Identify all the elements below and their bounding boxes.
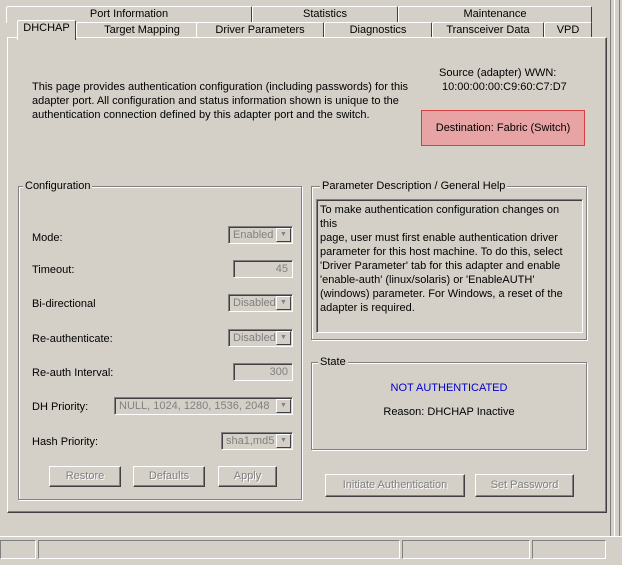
reauthenticate-select[interactable]: Disabled ▼ bbox=[228, 329, 293, 347]
chevron-down-icon[interactable]: ▼ bbox=[276, 399, 291, 413]
dh-priority-label: DH Priority: bbox=[32, 401, 89, 413]
help-title: Parameter Description / General Help bbox=[320, 180, 508, 192]
bidirectional-value: Disabled bbox=[233, 297, 276, 309]
apply-button[interactable]: Apply bbox=[218, 466, 277, 487]
status-cell bbox=[38, 540, 400, 559]
help-line: page, user must first enable authenticat… bbox=[320, 232, 558, 244]
help-line: 'Driver Parameter' tab for this adapter … bbox=[320, 260, 561, 272]
tab-dhchap[interactable]: DHCHAP bbox=[17, 20, 76, 40]
help-line: adapter is required. bbox=[320, 302, 415, 314]
reauthenticate-value: Disabled bbox=[233, 332, 276, 344]
bidirectional-select[interactable]: Disabled ▼ bbox=[228, 294, 293, 312]
status-cell bbox=[0, 540, 36, 559]
tab-label: Statistics bbox=[302, 8, 347, 20]
intro-text: This page provides authentication config… bbox=[32, 80, 422, 122]
restore-button[interactable]: Restore bbox=[49, 466, 121, 487]
chevron-down-icon[interactable]: ▼ bbox=[276, 434, 291, 448]
source-wwn-label: Source (adapter) WWN: bbox=[439, 67, 557, 79]
help-line: (windows) parameter. For Windows, a rese… bbox=[320, 288, 563, 300]
chevron-down-icon[interactable]: ▼ bbox=[276, 228, 291, 242]
destination-text: Destination: Fabric (Switch) bbox=[435, 122, 571, 134]
bidirectional-label: Bi-directional bbox=[32, 298, 96, 310]
help-text-box: To make authentication configuration cha… bbox=[316, 199, 583, 333]
tab-label: Maintenance bbox=[463, 8, 527, 20]
tab-label: Port Information bbox=[89, 8, 169, 20]
state-title: State bbox=[318, 356, 348, 368]
hash-priority-value: sha1,md5 bbox=[226, 435, 275, 447]
hash-priority-label: Hash Priority: bbox=[32, 436, 99, 448]
auth-status: NOT AUTHENTICATED bbox=[390, 382, 508, 394]
dh-priority-value: NULL, 1024, 1280, 1536, 2048 bbox=[119, 400, 270, 412]
destination-badge: Destination: Fabric (Switch) bbox=[421, 110, 585, 146]
initiate-authentication-button[interactable]: Initiate Authentication bbox=[325, 474, 465, 497]
configuration-title: Configuration bbox=[23, 180, 93, 192]
tab-statistics[interactable]: Statistics bbox=[252, 6, 398, 23]
reauth-interval-label: Re-auth Interval: bbox=[32, 367, 114, 379]
reauthenticate-label: Re-authenticate: bbox=[32, 333, 113, 345]
tab-label: Transceiver Data bbox=[446, 24, 530, 36]
timeout-value: 45 bbox=[275, 263, 288, 275]
auth-reason: Reason: DHCHAP Inactive bbox=[383, 406, 515, 418]
chevron-down-icon[interactable]: ▼ bbox=[276, 296, 291, 310]
source-wwn-value: 10:00:00:00:C9:60:C7:D7 bbox=[442, 81, 567, 93]
help-line: parameter for this host machine. To do t… bbox=[320, 246, 563, 258]
help-line: 'enable-auth' (linux/solaris) or 'Enable… bbox=[320, 274, 535, 286]
tab-maintenance[interactable]: Maintenance bbox=[398, 6, 592, 23]
intro-line: authentication connection defined by thi… bbox=[32, 109, 370, 121]
help-line: To make authentication configuration cha… bbox=[320, 204, 560, 230]
window-edge bbox=[610, 0, 622, 536]
tab-label: Driver Parameters bbox=[215, 24, 305, 36]
tab-label: DHCHAP bbox=[23, 22, 70, 34]
set-password-button[interactable]: Set Password bbox=[475, 474, 574, 497]
status-cell bbox=[532, 540, 606, 559]
chevron-down-icon[interactable]: ▼ bbox=[276, 331, 291, 345]
tab-label: VPD bbox=[556, 24, 580, 36]
timeout-input[interactable]: 45 bbox=[233, 260, 293, 278]
mode-value: Enabled bbox=[233, 229, 274, 241]
defaults-button[interactable]: Defaults bbox=[133, 466, 205, 487]
intro-line: adapter port. All configuration and stat… bbox=[32, 95, 399, 107]
hash-priority-select[interactable]: sha1,md5 ▼ bbox=[221, 432, 293, 450]
status-bar bbox=[0, 536, 622, 565]
intro-line: This page provides authentication config… bbox=[32, 81, 409, 93]
reauth-interval-input[interactable]: 300 bbox=[233, 363, 293, 381]
dh-priority-select[interactable]: NULL, 1024, 1280, 1536, 2048 ▼ bbox=[114, 397, 293, 415]
tab-label: Diagnostics bbox=[349, 24, 407, 36]
timeout-label: Timeout: bbox=[32, 264, 75, 276]
reauth-interval-value: 300 bbox=[269, 366, 288, 378]
tab-label: Target Mapping bbox=[104, 24, 180, 36]
mode-label: Mode: bbox=[32, 232, 63, 244]
status-cell bbox=[402, 540, 530, 559]
mode-select[interactable]: Enabled ▼ bbox=[228, 226, 293, 244]
